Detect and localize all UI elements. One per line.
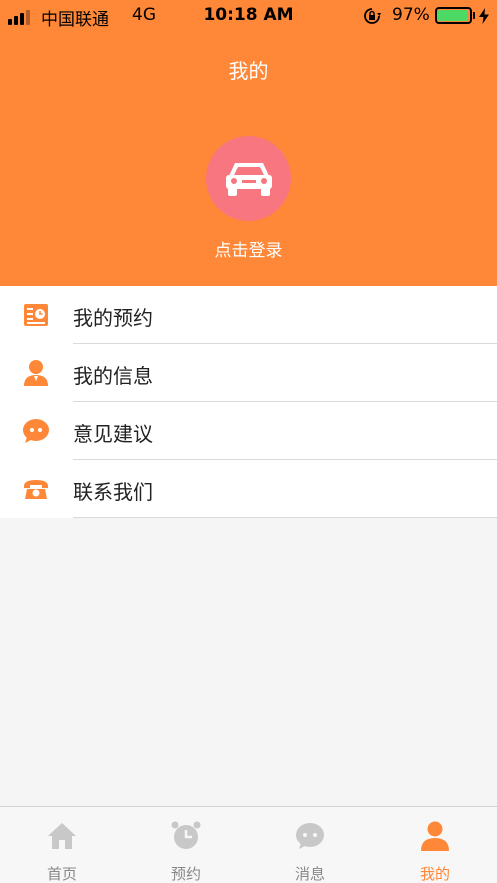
person-icon: [22, 359, 50, 387]
menu-item-contact-us[interactable]: 联系我们: [0, 460, 497, 518]
tab-messages[interactable]: 消息: [248, 807, 372, 883]
person-icon: [420, 821, 450, 851]
profile-header: 中国联通 4G 10:18 AM 97% 我的 点击登录: [0, 0, 497, 286]
login-link[interactable]: 点击登录: [0, 236, 497, 261]
menu-item-my-info[interactable]: 我的信息: [0, 344, 497, 402]
menu-item-feedback[interactable]: 意见建议: [0, 402, 497, 460]
page-title: 我的: [228, 59, 269, 83]
message-icon: [295, 821, 325, 851]
home-icon: [47, 821, 77, 851]
menu-item-label: 联系我们: [73, 480, 153, 504]
avatar[interactable]: [206, 136, 291, 221]
tab-label: 我的: [419, 865, 450, 883]
menu-item-label: 我的预约: [73, 306, 153, 330]
tab-label: 首页: [46, 865, 77, 883]
tab-appointment[interactable]: 预约: [124, 807, 248, 883]
rotation-lock-icon: [364, 8, 381, 24]
status-bar: 中国联通 4G 10:18 AM 97%: [0, 0, 497, 32]
tab-label: 预约: [170, 865, 201, 883]
tab-home[interactable]: 首页: [0, 807, 124, 883]
telephone-icon: [22, 475, 50, 503]
tab-label: 消息: [294, 865, 325, 883]
chat-bubble-icon: [22, 417, 50, 445]
menu-list: 我的预约 我的信息 意见建议 联系我们: [0, 286, 497, 518]
divider: [73, 517, 497, 518]
battery-icon: [435, 7, 472, 24]
battery-percent: 97%: [392, 5, 430, 25]
menu-item-label: 意见建议: [73, 422, 153, 446]
battery-tip: [473, 12, 475, 19]
menu-item-label: 我的信息: [73, 364, 153, 388]
car-icon: [225, 162, 272, 196]
tab-bar: 首页 预约 消息 我的: [0, 806, 497, 883]
appointment-card-icon: [22, 301, 50, 329]
alarm-clock-icon: [171, 821, 201, 851]
tab-profile[interactable]: 我的: [373, 807, 497, 883]
charging-bolt-icon: [479, 8, 489, 24]
menu-item-appointments[interactable]: 我的预约: [0, 286, 497, 344]
